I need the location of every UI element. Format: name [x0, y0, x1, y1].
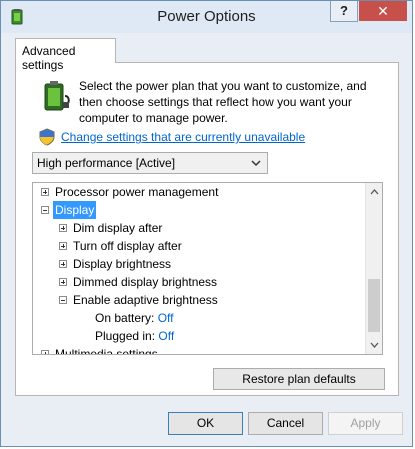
plan-select-value: High performance [Active]: [37, 156, 176, 170]
power-plan-dropdown[interactable]: High performance [Active]: [32, 152, 268, 174]
on-battery-label: On battery:: [95, 311, 155, 325]
apply-button[interactable]: Apply: [328, 412, 403, 435]
close-button[interactable]: ✕: [359, 1, 407, 21]
tree-item-label: Turn off display after: [73, 239, 182, 253]
title-bar[interactable]: Power Options ? ✕: [1, 1, 412, 33]
restore-defaults-button[interactable]: Restore plan defaults: [213, 368, 385, 390]
tree-item-plugged-in[interactable]: Plugged in: Off: [95, 327, 174, 345]
settings-tree[interactable]: Processor power management Display Dim d…: [32, 182, 383, 355]
on-battery-value[interactable]: Off: [158, 311, 174, 325]
expand-icon[interactable]: [59, 242, 67, 250]
plugged-in-value[interactable]: Off: [158, 329, 174, 343]
vertical-scrollbar[interactable]: [365, 183, 382, 354]
scroll-up-icon[interactable]: [370, 189, 379, 195]
tree-item-label: Dim display after: [73, 221, 163, 235]
tree-item-on-battery[interactable]: On battery: Off: [95, 309, 174, 327]
plugged-in-label: Plugged in:: [95, 329, 156, 343]
tree-item-label: Dimmed display brightness: [73, 275, 218, 289]
power-options-window: Power Options ? ✕ Advanced settings Sele…: [0, 0, 413, 447]
scroll-thumb[interactable]: [368, 279, 380, 332]
tab-advanced-settings[interactable]: Advanced settings: [15, 38, 116, 72]
expand-icon[interactable]: [59, 224, 67, 232]
expand-icon[interactable]: [59, 278, 67, 286]
help-button[interactable]: ?: [330, 1, 358, 22]
change-settings-link[interactable]: Change settings that are currently unava…: [61, 130, 305, 144]
ok-button[interactable]: OK: [168, 412, 243, 435]
tree-item-label: Enable adaptive brightness: [73, 293, 218, 307]
cancel-button[interactable]: Cancel: [248, 412, 323, 435]
tree-item-label: Display brightness: [73, 257, 172, 271]
battery-plug-icon: [44, 81, 70, 111]
tree-item-label: Multimedia settings: [55, 347, 158, 355]
uac-shield-icon: [39, 128, 55, 146]
settings-panel: Select the power plan that you want to c…: [15, 62, 399, 396]
description-text: Select the power plan that you want to c…: [79, 79, 367, 125]
tab-label: Advanced settings: [22, 44, 76, 72]
chevron-down-icon: [251, 160, 261, 167]
tree-item-label: Display: [53, 201, 97, 219]
scroll-down-icon[interactable]: [370, 342, 379, 348]
expand-icon[interactable]: [41, 188, 49, 196]
collapse-icon[interactable]: [59, 296, 67, 304]
tree-item-label: Processor power management: [55, 185, 219, 199]
collapse-icon[interactable]: [41, 206, 49, 214]
expand-icon[interactable]: [41, 350, 49, 354]
expand-icon[interactable]: [59, 260, 67, 268]
